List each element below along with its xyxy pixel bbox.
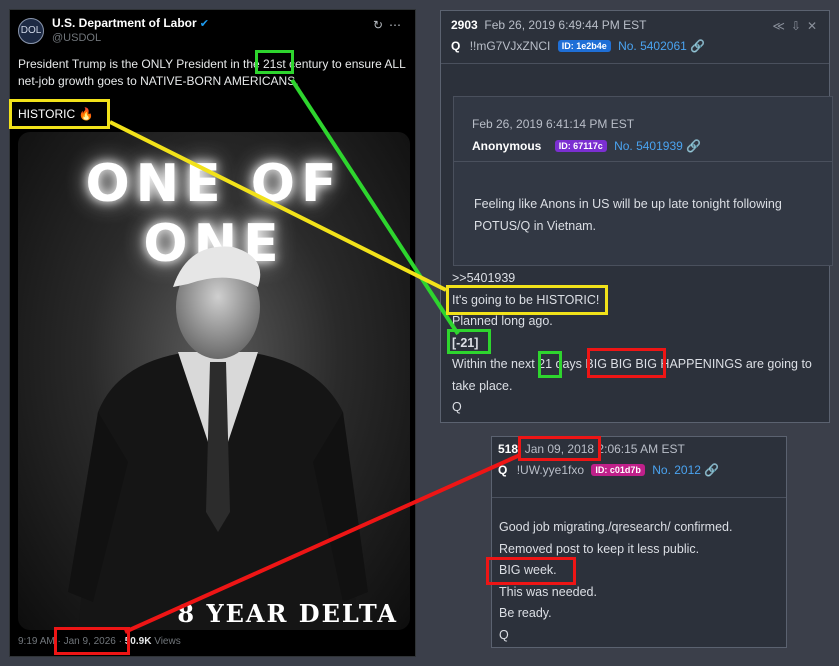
highlight-jan-09-2018 — [518, 436, 601, 461]
red-connector-line — [124, 453, 521, 634]
highlight-big-week — [486, 557, 576, 585]
connector-lines — [109, 78, 521, 634]
highlight-21st — [255, 50, 294, 74]
highlight-jan-9-2026 — [54, 627, 130, 655]
highlight-historic-tweet — [9, 99, 110, 129]
yellow-connector-line — [109, 120, 447, 292]
highlight-21-days — [538, 351, 562, 378]
highlight-big-big-big — [587, 348, 666, 378]
green-connector-line — [290, 78, 460, 336]
highlight-historic-post — [446, 285, 608, 315]
highlight-minus-21 — [447, 329, 491, 354]
